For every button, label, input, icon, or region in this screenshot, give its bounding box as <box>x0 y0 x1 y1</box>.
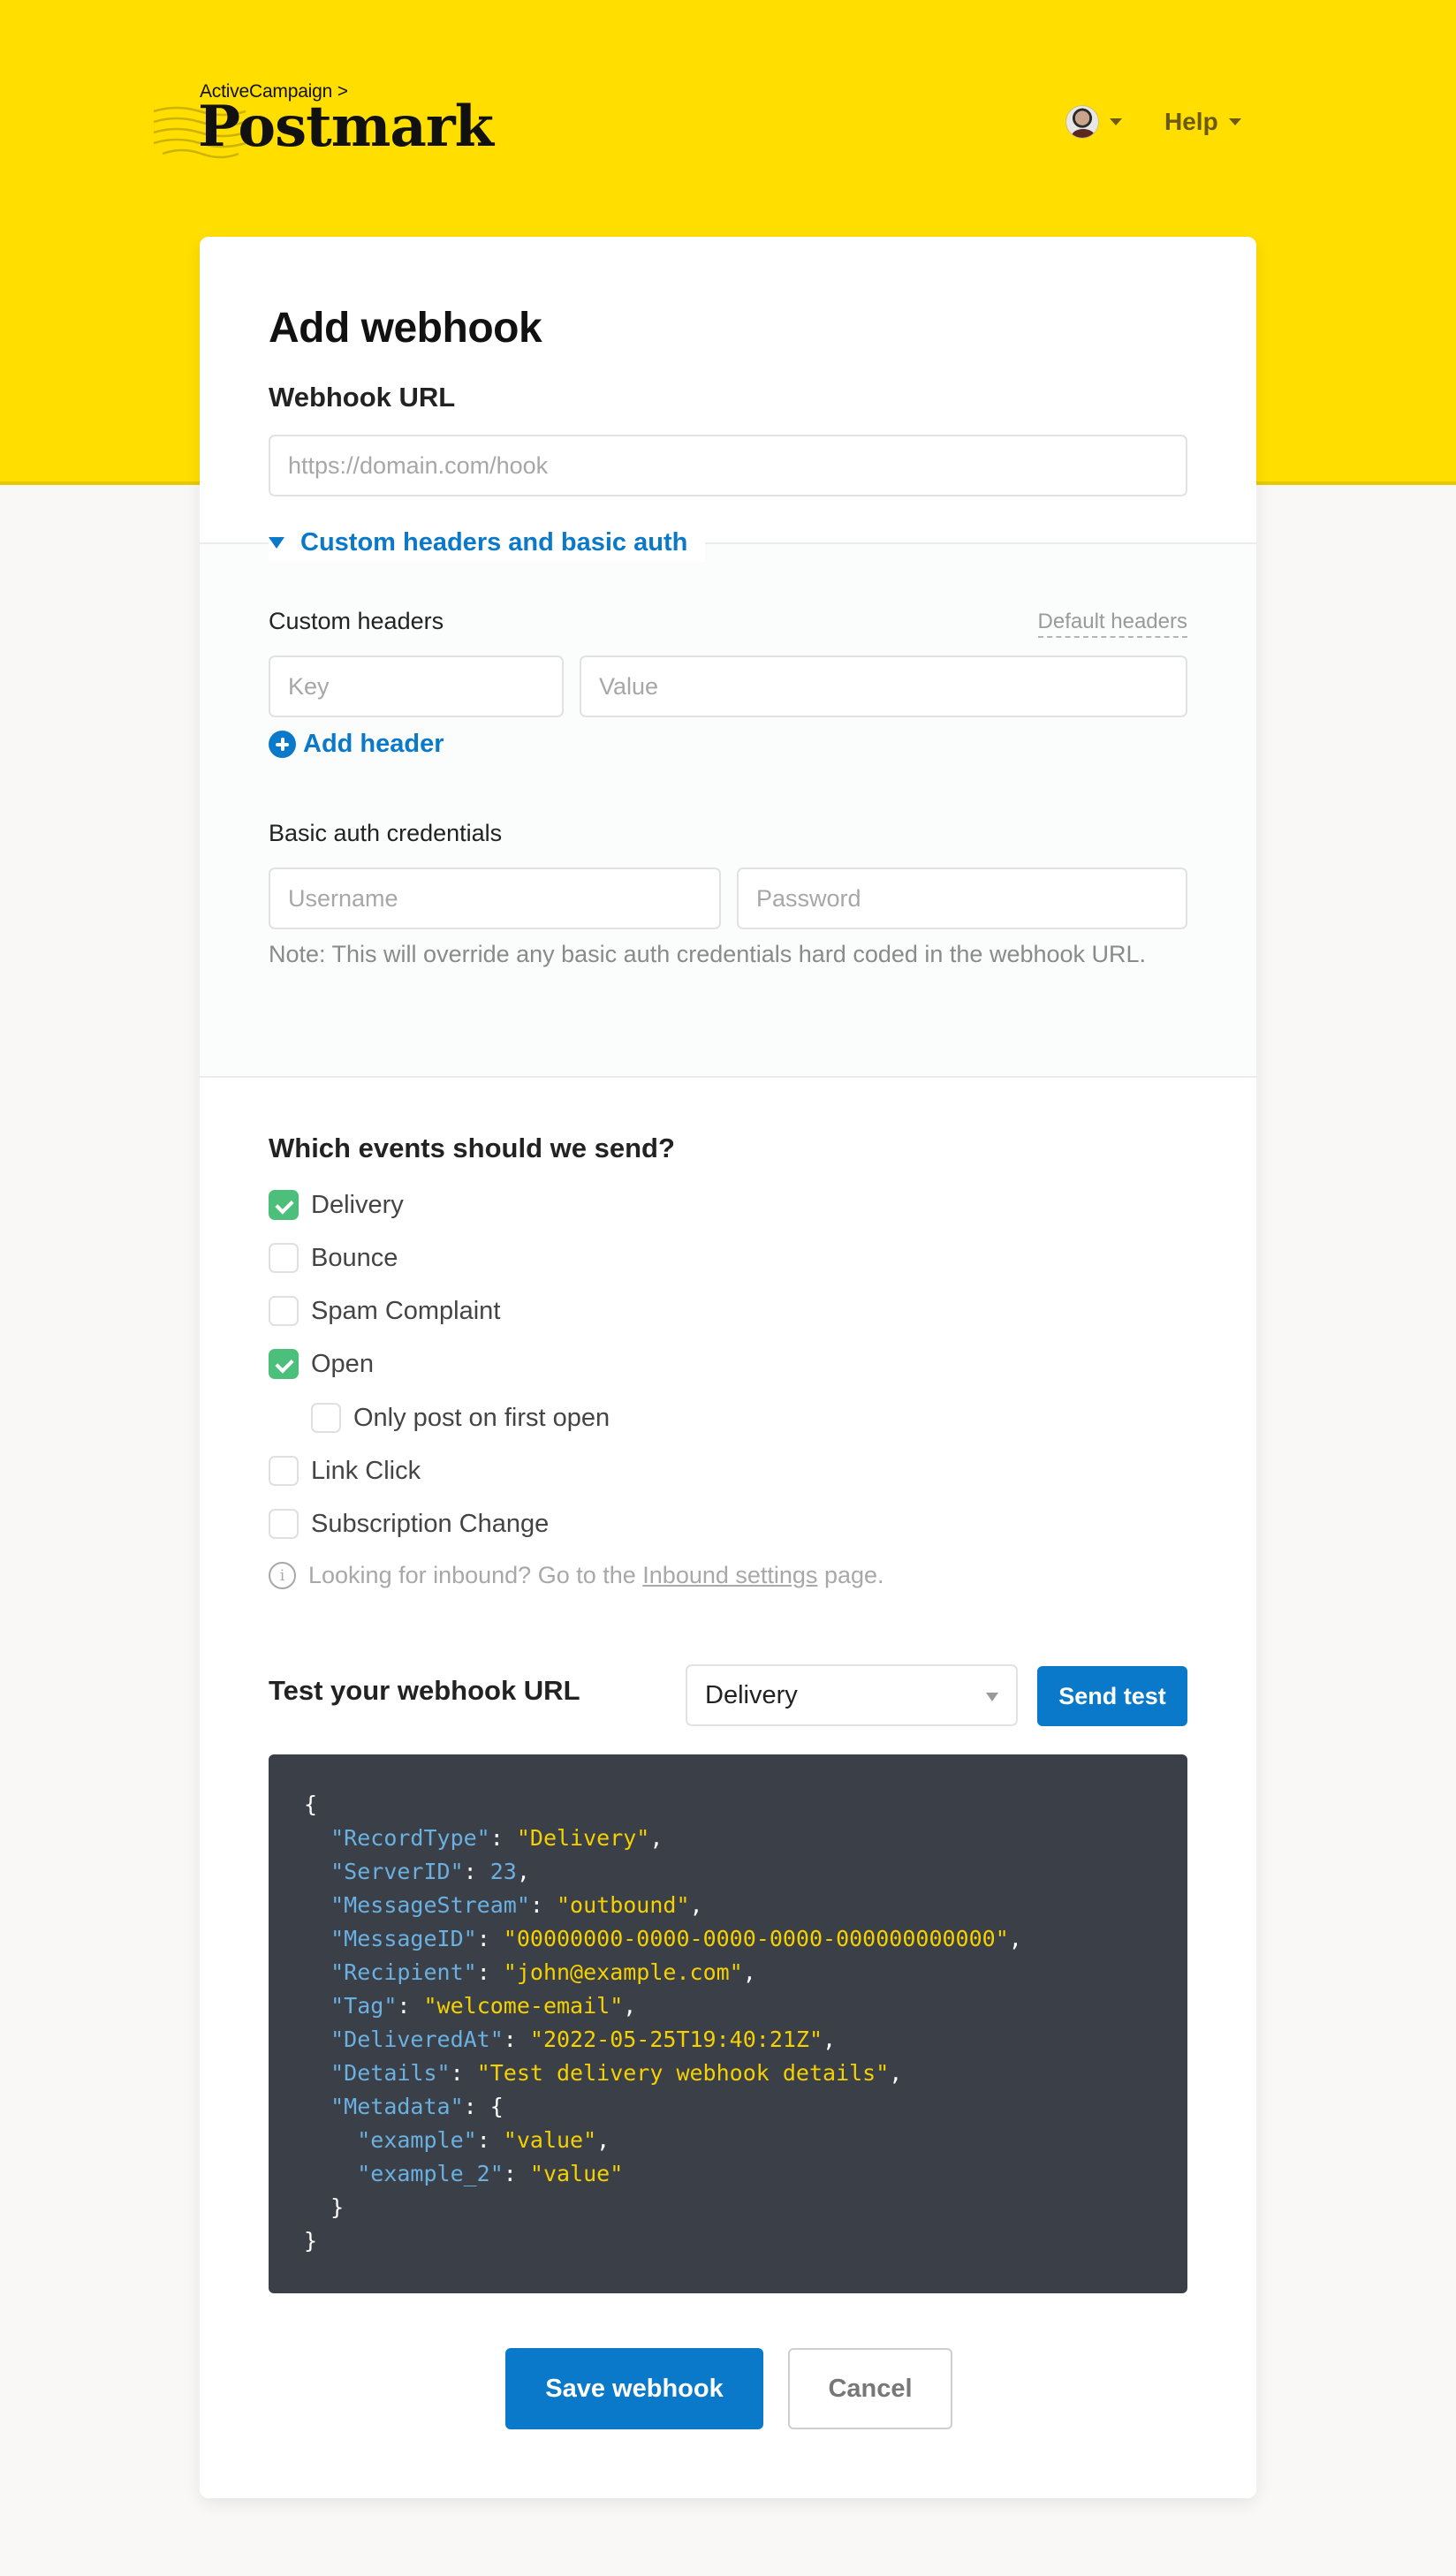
payload-line: "RecordType": "Delivery", <box>330 1825 664 1851</box>
checkbox-checked-icon <box>269 1190 299 1220</box>
add-webhook-card: Add webhook Webhook URL Custom headers a… <box>200 237 1256 2498</box>
selected-event: Delivery <box>705 1680 798 1709</box>
payload-line: "Tag": "welcome-email", <box>330 1993 637 2019</box>
payload-line: { <box>304 1792 318 1817</box>
payload-key: "example_2" <box>357 2161 504 2186</box>
help-menu[interactable]: Help <box>1164 101 1241 143</box>
payload-line: "Recipient": "john@example.com", <box>330 1959 756 1985</box>
checkbox-icon <box>311 1403 341 1433</box>
inbound-note-prefix: Looking for inbound? Go to the <box>308 1562 643 1588</box>
payload-key: "RecordType" <box>330 1825 490 1851</box>
caret-down-icon <box>1228 118 1241 125</box>
username-input[interactable] <box>269 868 721 929</box>
payload-value: "john@example.com" <box>503 1959 743 1985</box>
payload-line: "MessageID": "00000000-0000-0000-0000-00… <box>330 1926 1022 1951</box>
add-header-label: Add header <box>303 730 444 758</box>
payload-value: "value" <box>503 2127 597 2153</box>
save-webhook-button[interactable]: Save webhook <box>505 2348 763 2429</box>
webhook-url-input[interactable] <box>269 435 1187 496</box>
chevron-down-icon <box>986 1693 998 1701</box>
payload-line: "MessageStream": "outbound", <box>330 1892 703 1918</box>
payload-key: "Metadata" <box>330 2094 464 2119</box>
event-label: Only post on first open <box>353 1403 610 1432</box>
payload-line: "ServerID": 23, <box>330 1859 530 1884</box>
payload-line: "Details": "Test delivery webhook detail… <box>330 2060 903 2086</box>
default-headers-link[interactable]: Default headers <box>1037 610 1187 638</box>
page-title: Add webhook <box>269 305 542 352</box>
event-checkbox-link-click[interactable]: Link Click <box>269 1453 421 1489</box>
event-checkbox-subscription-change[interactable]: Subscription Change <box>269 1506 549 1542</box>
inbound-settings-link[interactable]: Inbound settings <box>642 1562 817 1588</box>
inbound-note-suffix: page. <box>817 1562 884 1588</box>
add-header-button[interactable]: Add header <box>269 730 444 759</box>
payload-key: "Recipient" <box>330 1959 477 1985</box>
payload-value: { <box>489 2094 504 2119</box>
event-checkbox-first-open[interactable]: Only post on first open <box>311 1400 610 1436</box>
payload-value: "value" <box>529 2161 624 2186</box>
checkbox-checked-icon <box>269 1349 299 1379</box>
payload-key: "Tag" <box>330 1993 398 2019</box>
payload-value: "Delivery" <box>516 1825 650 1851</box>
plus-circle-icon <box>269 731 296 758</box>
events-title: Which events should we send? <box>269 1133 675 1163</box>
payload-key: "ServerID" <box>330 1859 464 1884</box>
payload-line: "Metadata": { <box>330 2094 504 2119</box>
caret-down-icon <box>1110 118 1122 125</box>
payload-key: "Details" <box>330 2060 451 2086</box>
event-label: Subscription Change <box>311 1509 550 1538</box>
payload-line: "example": "value", <box>357 2127 610 2153</box>
payload-key: "example" <box>357 2127 477 2153</box>
event-label: Link Click <box>311 1456 421 1485</box>
payload-line: } <box>330 2194 345 2220</box>
basic-auth-label: Basic auth credentials <box>269 820 503 846</box>
payload-value: "00000000-0000-0000-0000-000000000000" <box>503 1926 1009 1951</box>
brand-name: Postmark <box>198 94 494 160</box>
checkbox-icon <box>269 1456 299 1486</box>
checkbox-icon <box>269 1296 299 1326</box>
checkbox-icon <box>269 1243 299 1273</box>
test-event-select[interactable]: Delivery <box>686 1664 1018 1726</box>
payload-line: "DeliveredAt": "2022-05-25T19:40:21Z", <box>330 2027 837 2052</box>
event-label: Bounce <box>311 1243 398 1272</box>
event-checkbox-bounce[interactable]: Bounce <box>269 1240 398 1276</box>
header-key-input[interactable] <box>269 655 564 717</box>
payload-preview: { "RecordType": "Delivery", "ServerID": … <box>269 1754 1187 2293</box>
event-label: Delivery <box>311 1190 404 1219</box>
inbound-note: i Looking for inbound? Go to the Inbound… <box>269 1562 884 1589</box>
event-label: Spam Complaint <box>311 1296 501 1325</box>
payload-line: "example_2": "value" <box>357 2161 624 2186</box>
payload-value: "Test delivery webhook details" <box>476 2060 890 2086</box>
password-input[interactable] <box>737 868 1187 929</box>
payload-key: "MessageID" <box>330 1926 477 1951</box>
checkbox-icon <box>269 1509 299 1539</box>
payload-key: "DeliveredAt" <box>330 2027 504 2052</box>
send-test-button[interactable]: Send test <box>1037 1666 1187 1726</box>
payload-value: 23 <box>489 1859 517 1884</box>
info-icon: i <box>269 1562 296 1589</box>
payload-value: "outbound" <box>557 1892 690 1918</box>
basic-auth-note: Note: This will override any basic auth … <box>269 941 1147 967</box>
webhook-url-label: Webhook URL <box>269 382 456 413</box>
avatar <box>1065 105 1099 139</box>
payload-value: "2022-05-25T19:40:21Z" <box>529 2027 823 2052</box>
triangle-down-icon <box>269 536 284 549</box>
payload-value: "welcome-email" <box>423 1993 624 2019</box>
payload-key: "MessageStream" <box>330 1892 530 1918</box>
cancel-button[interactable]: Cancel <box>788 2348 952 2429</box>
user-menu[interactable] <box>1065 101 1122 143</box>
event-checkbox-open[interactable]: Open <box>269 1346 374 1382</box>
postmark-logo[interactable]: ActiveCampaign > Postmark <box>150 81 521 163</box>
payload-line: } <box>304 2228 318 2254</box>
event-label: Open <box>311 1349 374 1378</box>
event-checkbox-spam-complaint[interactable]: Spam Complaint <box>269 1293 500 1329</box>
event-checkbox-delivery[interactable]: Delivery <box>269 1187 404 1223</box>
help-label: Help <box>1164 108 1218 135</box>
header-value-input[interactable] <box>580 655 1187 717</box>
custom-headers-toggle-label: Custom headers and basic auth <box>300 527 688 557</box>
custom-headers-toggle[interactable]: Custom headers and basic auth <box>269 523 706 562</box>
custom-headers-label: Custom headers <box>269 608 444 634</box>
test-title: Test your webhook URL <box>269 1675 580 1706</box>
